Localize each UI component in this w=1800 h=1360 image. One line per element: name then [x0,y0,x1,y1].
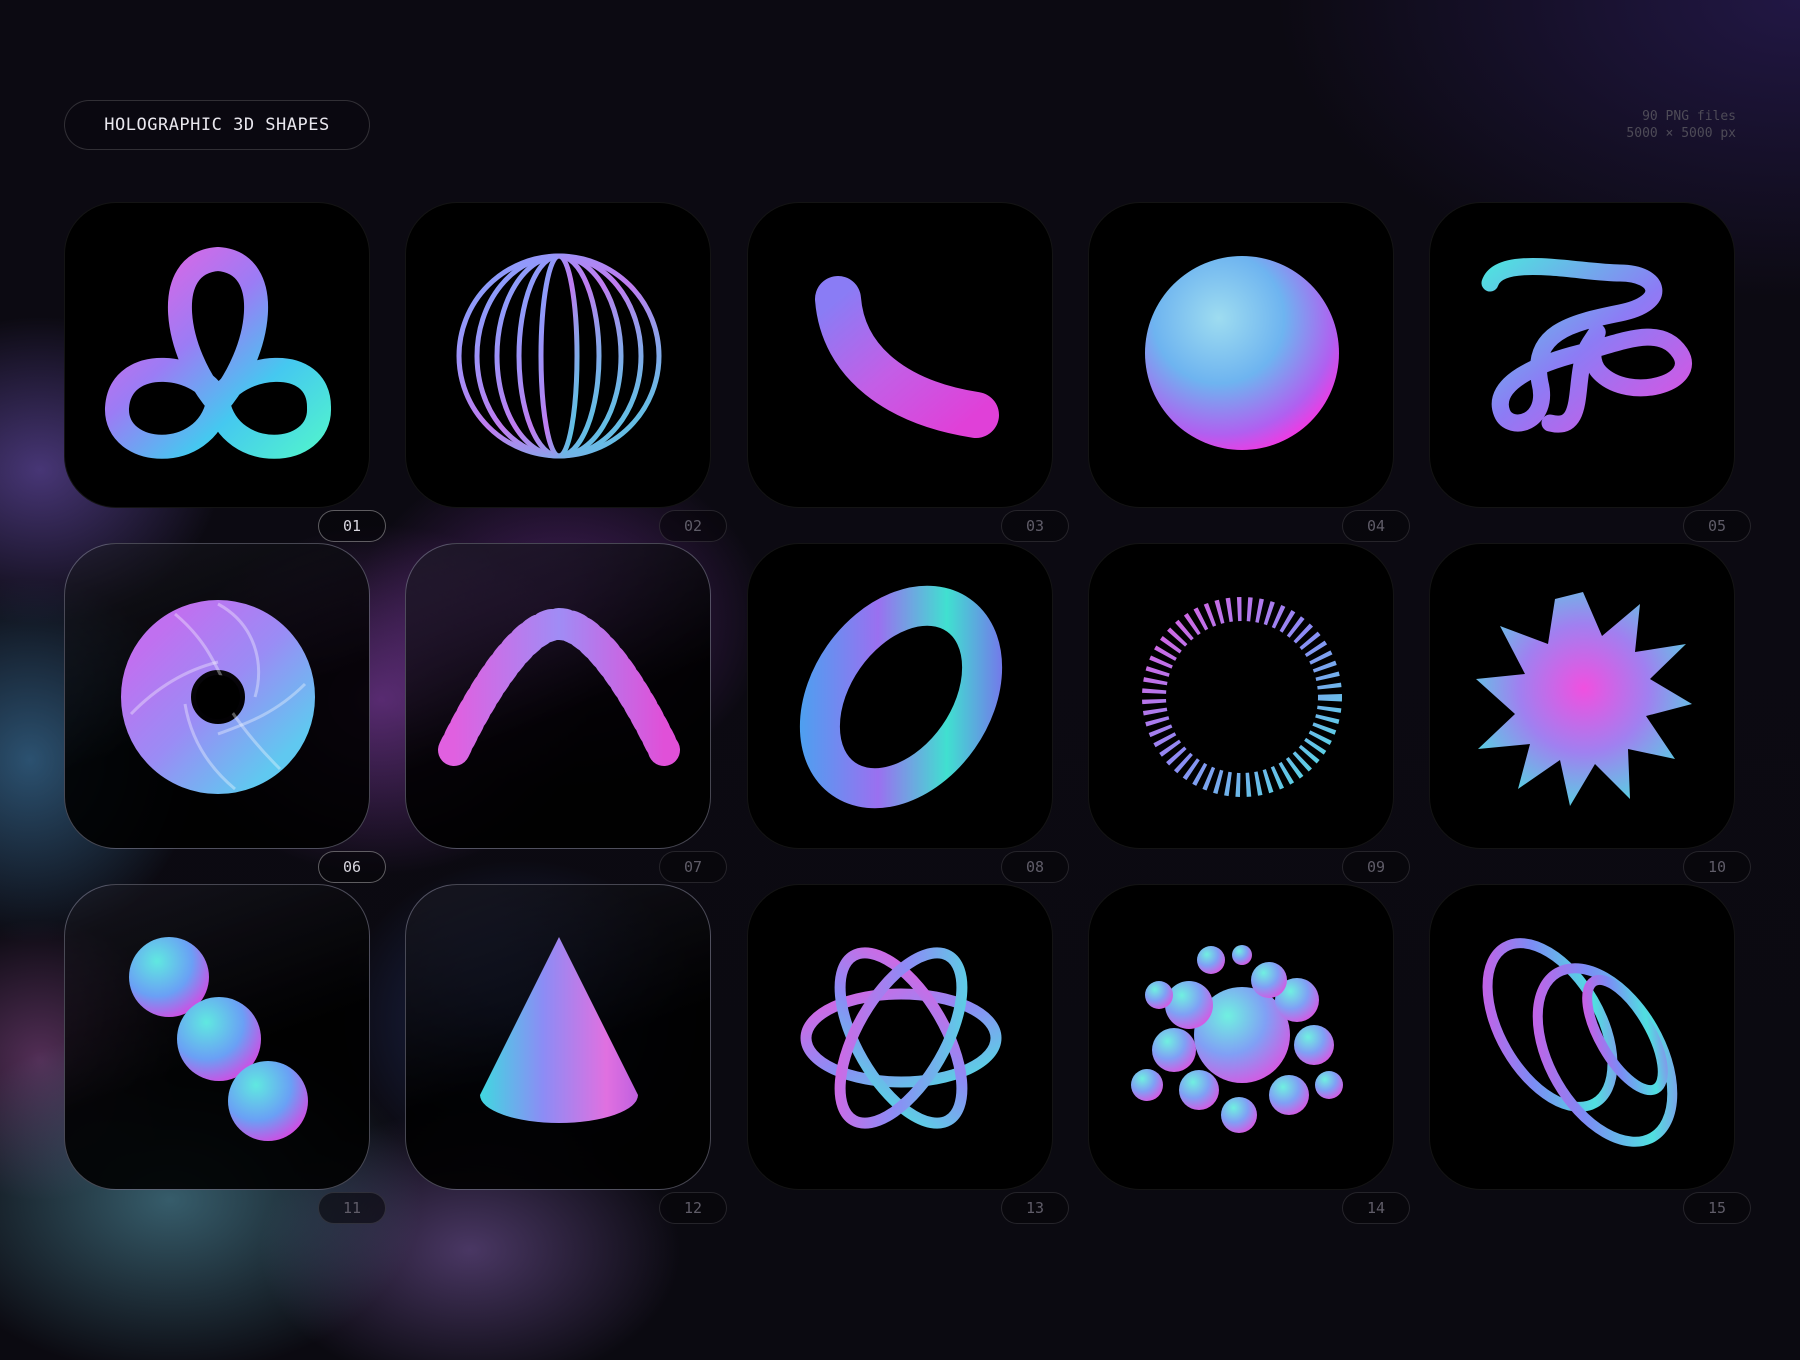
tile-card[interactable] [747,543,1053,849]
tile-number-badge: 10 [1683,851,1751,883]
curved-tube-icon [815,276,999,438]
shape-tile-01[interactable]: 01 [64,202,386,542]
shape-grid: 01 02 03 04 05 06 07 08 09 10 11 12 13 1… [64,202,1751,1232]
shape-tile-15[interactable]: 15 [1429,884,1751,1224]
shape-tile-03[interactable]: 03 [747,202,1069,542]
tile-card[interactable] [405,884,711,1190]
tile-number-badge: 08 [1001,851,1069,883]
tile-number-badge: 11 [318,1192,386,1224]
twisted-torus-icon [121,600,315,794]
textured-sphere-icon [1145,256,1339,450]
coil-arc-icon [438,607,680,766]
shape-tile-07[interactable]: 07 [405,543,727,883]
tile-number-badge: 09 [1342,851,1410,883]
tile-card[interactable] [1088,543,1394,849]
torus-icon [799,585,1003,809]
shape-tile-14[interactable]: 14 [1088,884,1410,1224]
spiky-ball-icon [1476,592,1692,806]
spiral-coil-icon [1482,938,1678,1147]
shape-tile-04[interactable]: 04 [1088,202,1410,542]
page-title: HOLOGRAPHIC 3D SHAPES [64,100,370,150]
shape-tile-13[interactable]: 13 [747,884,1069,1224]
shape-tile-10[interactable]: 10 [1429,543,1751,883]
atom-orbits-icon [800,947,1002,1129]
trefoil-knot-icon [105,247,332,459]
shape-tile-09[interactable]: 09 [1088,543,1410,883]
tile-number-badge: 06 [318,851,386,883]
tile-card[interactable] [405,543,711,849]
wire-sphere-icon [456,253,662,459]
tile-card[interactable] [64,543,370,849]
tile-number-badge: 14 [1342,1192,1410,1224]
tile-card[interactable] [747,884,1053,1190]
tile-number-badge: 07 [659,851,727,883]
shape-tile-02[interactable]: 02 [405,202,727,542]
cone-icon [480,937,638,1123]
bubble-cluster-icon [1131,945,1343,1133]
shape-tile-12[interactable]: 12 [405,884,727,1224]
tile-number-badge: 13 [1001,1192,1069,1224]
tile-card[interactable] [64,884,370,1190]
coil-ring-icon [1142,597,1342,797]
shape-tile-11[interactable]: 11 [64,884,386,1224]
shape-tile-08[interactable]: 08 [747,543,1069,883]
tile-card[interactable] [405,202,711,508]
tile-number-badge: 04 [1342,510,1410,542]
tile-card[interactable] [747,202,1053,508]
file-info: 90 PNG files 5000 × 5000 px [1626,108,1736,142]
tile-number-badge: 01 [318,510,386,542]
tile-card[interactable] [1429,202,1735,508]
shape-tile-05[interactable]: 05 [1429,202,1751,542]
tile-number-badge: 02 [659,510,727,542]
page-title-label: HOLOGRAPHIC 3D SHAPES [104,115,330,135]
shape-tile-06[interactable]: 06 [64,543,386,883]
file-count: 90 PNG files [1642,109,1736,124]
file-resolution: 5000 × 5000 px [1626,126,1736,141]
tile-card[interactable] [1429,884,1735,1190]
tile-number-badge: 03 [1001,510,1069,542]
tangled-knot-icon [1481,258,1692,433]
tile-number-badge: 05 [1683,510,1751,542]
three-balls-icon [129,937,308,1141]
tile-card[interactable] [64,202,370,508]
tile-number-badge: 12 [659,1192,727,1224]
tile-number-badge: 15 [1683,1192,1751,1224]
tile-card[interactable] [1088,202,1394,508]
tile-card[interactable] [1088,884,1394,1190]
tile-card[interactable] [1429,543,1735,849]
